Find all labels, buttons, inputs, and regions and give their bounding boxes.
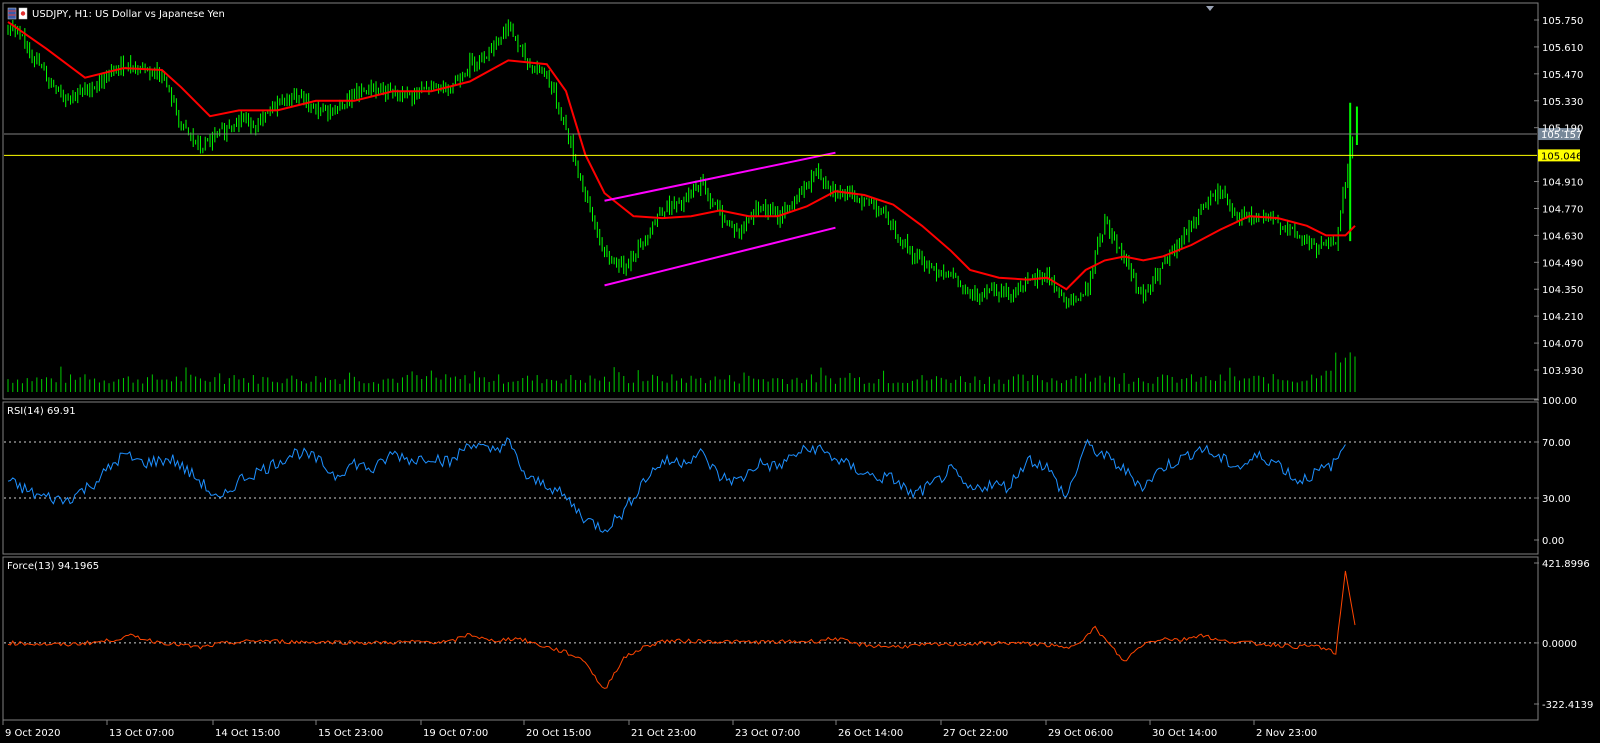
rsi-tick-label: 100.00 xyxy=(1542,396,1577,407)
main-tick-label: 104.630 xyxy=(1542,231,1583,242)
symbol-title: USDJPY, H1: US Dollar vs Japanese Yen xyxy=(32,9,225,20)
main-tick-label: 103.930 xyxy=(1542,366,1583,377)
force-tick-label: -322.4139 xyxy=(1542,700,1593,711)
time-tick-label: 27 Oct 22:00 xyxy=(943,728,1008,739)
horizontal-level-price-label: 105.046 xyxy=(1541,151,1582,162)
main-price-panel[interactable] xyxy=(2,2,1539,400)
time-tick-label: 23 Oct 07:00 xyxy=(735,728,800,739)
symbol-header: USDJPY, H1: US Dollar vs Japanese Yen xyxy=(7,7,225,20)
force-title: Force(13) 94.1965 xyxy=(7,561,99,572)
main-tick-label: 104.490 xyxy=(1542,258,1583,269)
main-tick-label: 104.910 xyxy=(1542,178,1583,189)
main-tick-label: 104.070 xyxy=(1542,339,1583,350)
main-y-axis: 105.750 105.610 105.470 105.330 105.190 104.9… xyxy=(1534,16,1583,377)
main-tick-label: 105.330 xyxy=(1542,97,1583,108)
time-tick-label: 30 Oct 14:00 xyxy=(1152,728,1217,739)
main-tick-label: 104.350 xyxy=(1542,285,1583,296)
main-tick-label: 105.750 xyxy=(1542,16,1583,27)
time-tick-label: 20 Oct 15:00 xyxy=(526,728,591,739)
main-tick-label: 104.770 xyxy=(1542,204,1583,215)
force-tick-label: 421.8996 xyxy=(1542,559,1590,570)
rsi-tick-label: 70.00 xyxy=(1542,438,1571,449)
time-tick-label: 13 Oct 07:00 xyxy=(109,728,174,739)
time-tick-label: 2 Nov 23:00 xyxy=(1256,728,1317,739)
main-tick-label: 105.610 xyxy=(1542,43,1583,54)
main-tick-label: 105.470 xyxy=(1542,70,1583,81)
trading-chart[interactable]: 105.046105.157 105.750105.610105.470105.… xyxy=(0,0,1600,743)
time-tick-label: 29 Oct 06:00 xyxy=(1048,728,1113,739)
time-tick-label: 14 Oct 15:00 xyxy=(215,728,280,739)
rsi-panel[interactable] xyxy=(2,401,1539,555)
time-tick-label: 15 Oct 23:00 xyxy=(318,728,383,739)
rsi-tick-label: 30.00 xyxy=(1542,494,1571,505)
time-tick-label: 19 Oct 07:00 xyxy=(423,728,488,739)
rsi-tick-label: 0.00 xyxy=(1542,536,1564,547)
time-tick-label: 9 Oct 2020 xyxy=(5,728,60,739)
main-tick-label: 105.190 xyxy=(1542,124,1583,135)
force-panel[interactable] xyxy=(2,556,1539,721)
time-axis: 9 Oct 2020 13 Oct 07:00 14 Oct 15:00 15 Oct… xyxy=(2,720,1317,739)
time-tick-label: 21 Oct 23:00 xyxy=(631,728,696,739)
main-tick-label: 104.210 xyxy=(1542,312,1583,323)
time-tick-label: 26 Oct 14:00 xyxy=(838,728,903,739)
rsi-title: RSI(14) 69.91 xyxy=(7,406,76,417)
force-tick-label: 0.0000 xyxy=(1542,639,1577,650)
